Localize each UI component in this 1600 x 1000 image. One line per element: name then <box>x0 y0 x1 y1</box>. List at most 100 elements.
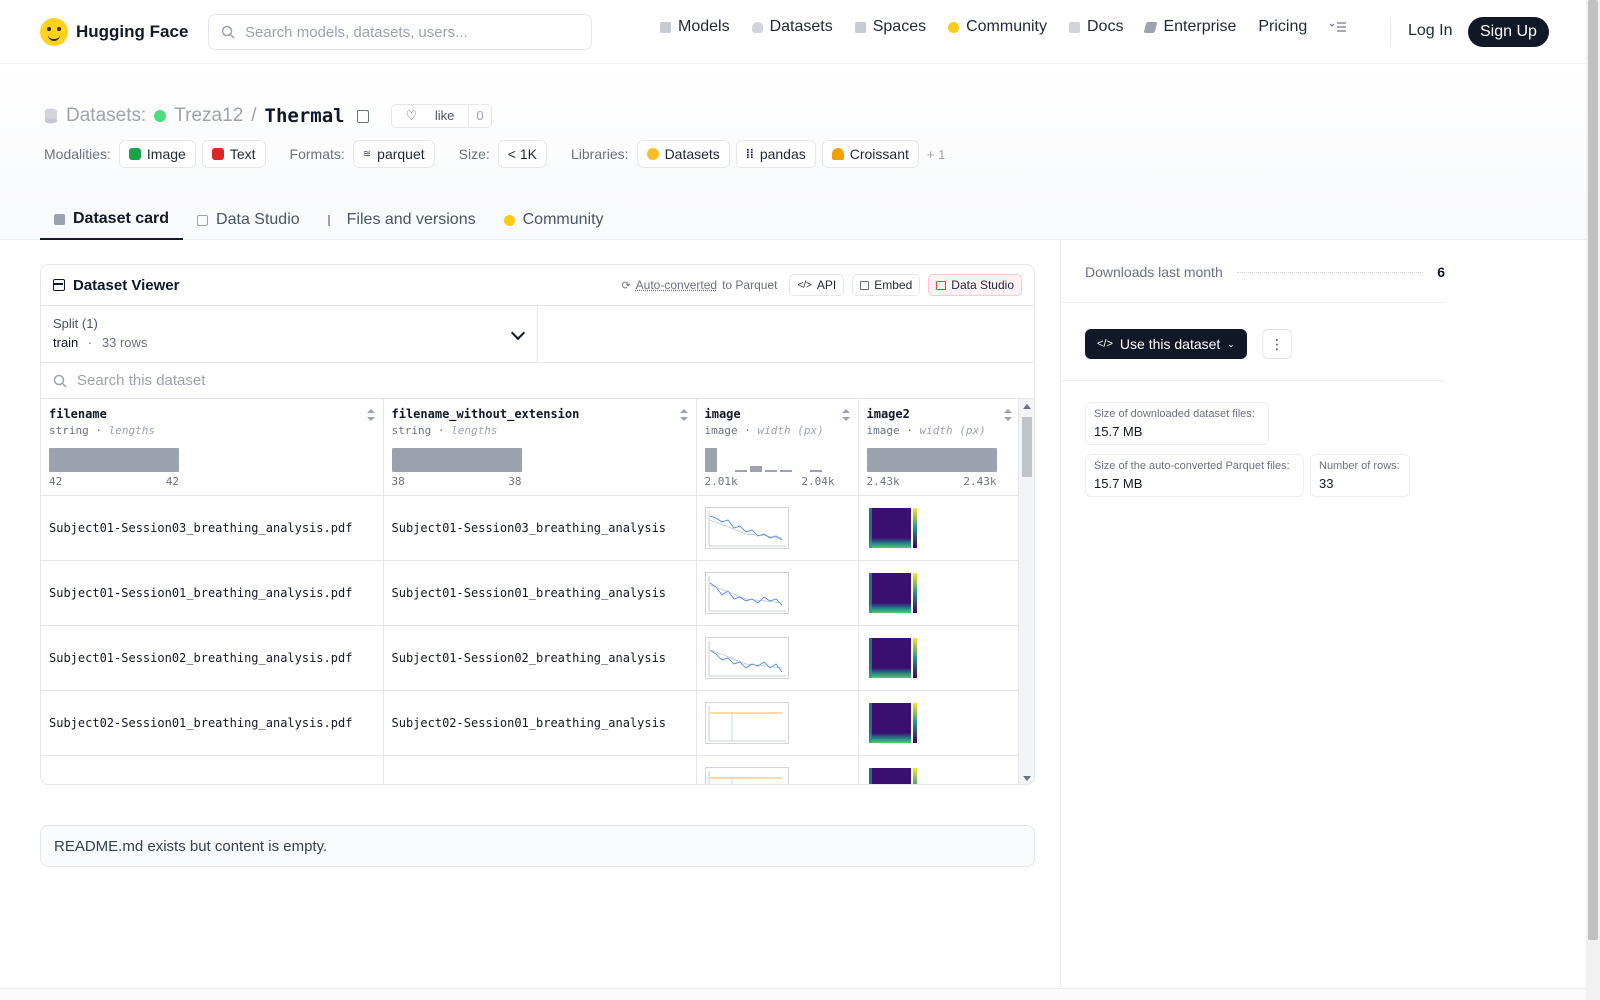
histogram-bar[interactable] <box>704 448 717 472</box>
cell-filename[interactable] <box>41 755 384 784</box>
heatmap-thumbnail[interactable] <box>867 766 919 784</box>
cell-image[interactable] <box>696 625 859 691</box>
page-scrollbar[interactable] <box>1586 0 1600 1000</box>
image-thumbnail[interactable] <box>704 701 789 744</box>
tab-community[interactable]: Community <box>490 200 618 240</box>
data-studio-button[interactable]: Data Studio <box>928 274 1022 296</box>
nav-spaces[interactable]: Spaces <box>854 18 926 36</box>
table-scrollbar[interactable] <box>1018 399 1034 784</box>
histogram-bar[interactable] <box>779 469 792 472</box>
sort-icon[interactable] <box>679 409 688 421</box>
cell-image[interactable] <box>696 560 859 626</box>
cell-image2[interactable] <box>858 495 1021 561</box>
page-footer-edge <box>0 988 1586 1000</box>
length-histogram-bar[interactable] <box>391 448 522 472</box>
api-button[interactable]: </> API <box>789 274 845 296</box>
tab-data-studio[interactable]: Data Studio <box>183 200 314 240</box>
page-scrollbar-thumb[interactable] <box>1588 0 1598 940</box>
tag-croissant[interactable]: Croissant <box>821 140 919 168</box>
signup-button[interactable]: Sign Up <box>1468 17 1549 47</box>
scroll-up-icon[interactable] <box>1023 404 1031 409</box>
cell-filename[interactable]: Subject01-Session02_breathing_analysis.p… <box>41 625 384 691</box>
dataset-search[interactable] <box>41 363 1034 399</box>
global-search-input[interactable] <box>245 23 565 41</box>
sort-icon[interactable] <box>841 409 850 421</box>
cell-image2[interactable] <box>858 560 1021 626</box>
cell-filename-without-extension[interactable] <box>383 755 697 784</box>
sort-icon[interactable] <box>366 409 375 421</box>
column-header-filename[interactable]: filename string · lengths 42 42 <box>41 399 384 496</box>
nav-docs[interactable]: Docs <box>1069 18 1123 36</box>
login-link[interactable]: Log In <box>1408 22 1452 40</box>
cell-image[interactable] <box>696 755 859 784</box>
tag-parquet[interactable]: ≋ parquet <box>352 140 435 168</box>
repo-owner[interactable]: Treza12 <box>174 105 243 127</box>
table-row[interactable] <box>41 755 1021 784</box>
auto-converted-note[interactable]: ⟳ Auto-converted to Parquet <box>621 278 777 292</box>
more-libraries[interactable]: + 1 <box>927 147 945 162</box>
sort-icon[interactable] <box>1003 409 1012 421</box>
heatmap-thumbnail[interactable] <box>867 636 919 680</box>
image-thumbnail[interactable] <box>704 571 789 614</box>
histogram-bar[interactable] <box>734 470 747 472</box>
repo-type-label[interactable]: Datasets: <box>66 105 146 127</box>
tag-image[interactable]: Image <box>118 140 196 168</box>
width-histogram-bar[interactable] <box>866 448 997 472</box>
column-header-image[interactable]: image image · width (px) 2.01k 2.04k <box>696 399 859 496</box>
nav-more-menu[interactable] <box>1329 21 1347 33</box>
split-selector[interactable]: Split (1) train · 33 rows <box>41 306 538 362</box>
histogram-bar[interactable] <box>809 470 822 472</box>
dataset-search-input[interactable] <box>77 372 677 389</box>
image-thumbnail[interactable] <box>704 766 789 784</box>
table-row[interactable]: Subject01-Session02_breathing_analysis.p… <box>41 625 1021 691</box>
cell-filename-without-extension[interactable]: Subject01-Session03_breathing_analysis <box>383 495 697 561</box>
heatmap-thumbnail[interactable] <box>867 571 919 615</box>
tag-text[interactable]: Text <box>201 140 266 168</box>
cell-filename[interactable]: Subject01-Session01_breathing_analysis.p… <box>41 560 384 626</box>
tag-datasets[interactable]: Datasets <box>636 140 730 168</box>
nav-pricing[interactable]: Pricing <box>1258 18 1307 36</box>
nav-datasets[interactable]: Datasets <box>751 18 833 36</box>
nav-community[interactable]: Community <box>948 18 1047 36</box>
table-row[interactable]: Subject01-Session03_breathing_analysis.p… <box>41 495 1021 561</box>
cell-image2[interactable] <box>858 690 1021 756</box>
auto-converted-link[interactable]: Auto-converted <box>636 278 717 292</box>
histogram-bar[interactable] <box>749 466 762 472</box>
heatmap-thumbnail[interactable] <box>867 701 919 745</box>
table-row[interactable]: Subject01-Session01_breathing_analysis.p… <box>41 560 1021 626</box>
tab-files-and-versions[interactable]: Files and versions <box>314 200 490 240</box>
cell-filename[interactable]: Subject01-Session03_breathing_analysis.p… <box>41 495 384 561</box>
table-row[interactable]: Subject02-Session01_breathing_analysis.p… <box>41 690 1021 756</box>
length-histogram-bar[interactable] <box>49 448 179 472</box>
width-histogram[interactable] <box>704 448 850 472</box>
brand-logo[interactable]: Hugging Face <box>40 18 188 46</box>
cell-image2[interactable] <box>858 755 1021 784</box>
tab-dataset-card[interactable]: Dataset card <box>40 200 184 240</box>
like-button[interactable]: ♡ like 0 <box>390 104 492 128</box>
column-header-filename-without-extension[interactable]: filename_without_extension string · leng… <box>383 399 697 496</box>
tag-size[interactable]: < 1K <box>497 140 547 168</box>
nav-enterprise[interactable]: Enterprise <box>1143 18 1236 36</box>
image-thumbnail[interactable] <box>704 506 789 549</box>
cell-image[interactable] <box>696 495 859 561</box>
histogram-bar[interactable] <box>764 470 777 472</box>
more-options-button[interactable]: ⋮ <box>1262 329 1292 359</box>
embed-button[interactable]: Embed <box>852 274 921 296</box>
tag-pandas[interactable]: ⁞⁞ pandas <box>735 140 816 168</box>
cell-filename-without-extension[interactable]: Subject02-Session01_breathing_analysis <box>383 690 697 756</box>
nav-models[interactable]: Models <box>660 18 730 36</box>
cell-image[interactable] <box>696 690 859 756</box>
column-header-image2[interactable]: image2 image · width (px) 2.43k 2.43k <box>858 399 1021 496</box>
cell-filename-without-extension[interactable]: Subject01-Session02_breathing_analysis <box>383 625 697 691</box>
scroll-down-icon[interactable] <box>1023 776 1031 781</box>
repo-name[interactable]: Thermal <box>265 105 345 127</box>
use-this-dataset-button[interactable]: </> Use this dataset ⌄ <box>1085 329 1247 359</box>
image-thumbnail[interactable] <box>704 636 789 679</box>
cell-filename-without-extension[interactable]: Subject01-Session01_breathing_analysis <box>383 560 697 626</box>
cell-filename[interactable]: Subject02-Session01_breathing_analysis.p… <box>41 690 384 756</box>
global-search[interactable] <box>208 14 592 50</box>
cell-image2[interactable] <box>858 625 1021 691</box>
copy-icon[interactable] <box>356 106 371 123</box>
scrollbar-thumb[interactable] <box>1022 417 1032 477</box>
heatmap-thumbnail[interactable] <box>867 506 919 550</box>
